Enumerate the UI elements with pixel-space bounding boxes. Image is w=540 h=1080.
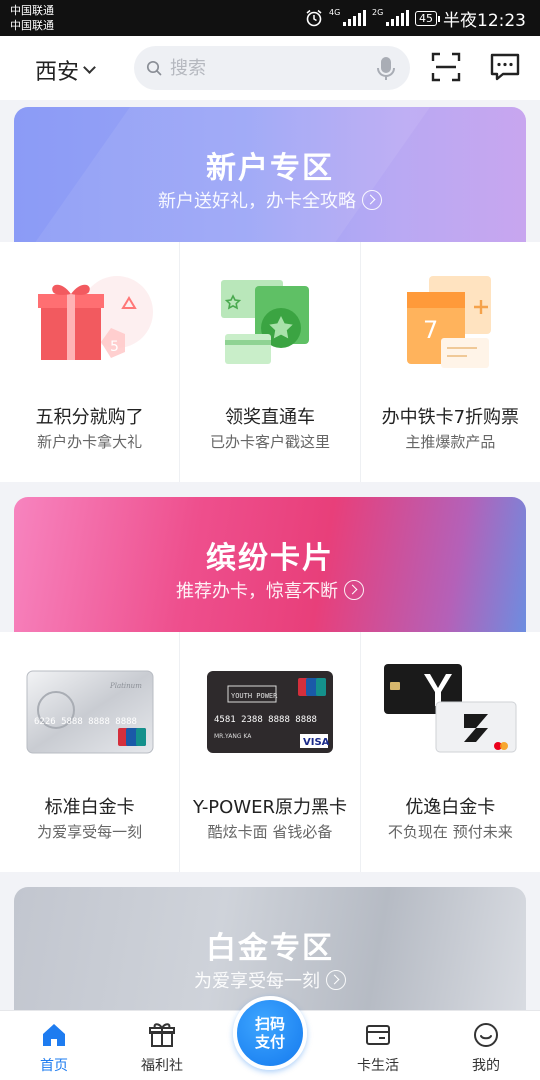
grid-item-desc: 不负现在 预付未来 — [387, 823, 513, 841]
grid-item-desc: 已办卡客户戳这里 — [209, 433, 330, 451]
card-wallet-icon — [366, 1025, 390, 1045]
grid-item-title: 办中铁卡7折购票 — [381, 407, 520, 428]
grid-item-five-points[interactable]: 5 五积分就购了 新户办卡拿大礼 — [0, 242, 181, 482]
status-bar: 中国联通 中国联通 4G 2G 45 半夜12:23 — [0, 0, 540, 36]
banner-subtitle: 推荐办卡，惊喜不断 — [176, 581, 338, 602]
banner-subtitle: 为爱享受每一刻 — [194, 971, 320, 992]
banner-title: 新户专区 — [206, 151, 334, 186]
arrow-right-circle-icon — [326, 970, 346, 990]
grid-item-title: 优逸白金卡 — [405, 797, 496, 818]
banner-title: 白金专区 — [206, 931, 334, 966]
grid-item-reward-express[interactable]: 领奖直通车 已办卡客户戳这里 — [180, 242, 361, 482]
grid-item-desc: 酷炫卡面 省钱必备 — [207, 823, 333, 841]
arrow-right-circle-icon — [344, 580, 364, 600]
search-input[interactable] — [170, 57, 360, 79]
card-badge-text: YOUTH POWER — [231, 692, 278, 700]
banner-subtitle: 新户送好礼，办卡全攻略 — [158, 191, 356, 212]
alarm-icon — [306, 9, 322, 27]
message-icon[interactable] — [490, 52, 520, 82]
battery-indicator: 45 — [415, 10, 440, 26]
signal-4g-icon: 4G — [329, 8, 366, 26]
platinum-card-image: Platinum 6226 5888 8888 8888 — [26, 670, 154, 754]
home-icon — [43, 1024, 65, 1046]
microphone-icon[interactable] — [376, 56, 396, 82]
signal-2g-icon: 2G — [372, 8, 409, 26]
grid-item-title: 五积分就购了 — [35, 407, 144, 428]
svg-text:7: 7 — [423, 316, 438, 344]
banner-title: 缤纷卡片 — [206, 541, 334, 576]
grid-item-youyi-platinum[interactable]: 优逸白金卡 不负现在 预付未来 — [361, 632, 540, 872]
discount-ticket-icon: 7 — [407, 276, 492, 368]
grid-item-railway-card[interactable]: 7 办中铁卡7折购票 主推爆款产品 — [361, 242, 540, 482]
nav-welfare[interactable]: 福利社 — [112, 1011, 212, 1080]
smile-icon — [474, 1023, 498, 1047]
gift-icon: 5 — [37, 276, 153, 360]
youyi-card-image — [384, 664, 517, 753]
top-header: 西安 — [0, 36, 540, 100]
scan-pay-button[interactable]: 扫码 支付 — [233, 996, 307, 1070]
search-icon — [146, 60, 162, 76]
nav-label: 卡生活 — [357, 1058, 399, 1074]
app-screen: 中国联通 中国联通 4G 2G 45 半夜12:23 西安 搜索 新户专区 新户… — [0, 0, 540, 1080]
grid-item-standard-platinum[interactable]: Platinum 6226 5888 8888 8888 标准白金卡 为爱享受每… — [0, 632, 181, 872]
carrier-labels: 中国联通 中国联通 — [10, 3, 54, 33]
banner-subtitle-row: 为爱享受每一刻 — [14, 967, 526, 993]
grid-item-desc: 主推爆款产品 — [405, 433, 496, 451]
city-label: 西安 — [35, 60, 80, 85]
nav-home[interactable]: 首页 — [4, 1011, 104, 1080]
search-bar[interactable] — [134, 46, 410, 90]
grid-item-desc: 为爱享受每一刻 — [37, 823, 143, 841]
chevron-down-icon — [83, 60, 96, 74]
banner-subtitle-row: 新户送好礼，办卡全攻略 — [14, 187, 526, 213]
grid-item-title: Y-POWER原力黑卡 — [192, 797, 348, 818]
scan-pay-label-1: 扫码 — [254, 1015, 285, 1033]
grid-item-desc: 新户办卡拿大礼 — [37, 433, 143, 451]
svg-text:5: 5 — [110, 339, 119, 355]
arrow-right-circle-icon — [362, 190, 382, 210]
new-user-banner[interactable]: 新户专区 新户送好礼，办卡全攻略 — [14, 107, 526, 242]
carrier-1: 中国联通 — [10, 4, 54, 17]
city-selector[interactable]: 西安 — [35, 54, 96, 86]
network-2g-label: 2G — [372, 8, 384, 17]
nav-card-life[interactable]: 卡生活 — [328, 1011, 428, 1080]
card-script-text: Platinum — [109, 682, 142, 690]
colorful-cards-banner[interactable]: 缤纷卡片 推荐办卡，惊喜不断 — [14, 497, 526, 632]
reward-cards-icon — [220, 280, 309, 364]
grid-item-y-power-black[interactable]: YOUTH POWER 4581 2388 8888 8888 MR.YANG … — [180, 632, 361, 872]
card-number-text: 6226 5888 8888 8888 — [34, 717, 137, 727]
card-products-grid: Platinum 6226 5888 8888 8888 标准白金卡 为爱享受每… — [0, 632, 540, 872]
banner-subtitle-row: 推荐办卡，惊喜不断 — [14, 577, 526, 603]
network-4g-label: 4G — [329, 8, 341, 17]
card-brand-text: VISA — [303, 737, 330, 748]
scan-icon[interactable] — [431, 52, 461, 82]
card-holder-text: MR.YANG KA — [214, 733, 252, 740]
nav-label: 我的 — [472, 1058, 500, 1074]
carrier-2: 中国联通 — [10, 19, 54, 32]
card-number-text: 4581 2388 8888 8888 — [214, 715, 317, 725]
new-user-grid: 5 五积分就购了 新户办卡拿大礼 领奖直通车 已办卡客户戳这里 7 办中铁卡7折… — [0, 242, 540, 482]
grid-item-title: 领奖直通车 — [224, 407, 315, 428]
nav-label: 福利社 — [141, 1058, 183, 1074]
nav-mine[interactable]: 我的 — [436, 1011, 536, 1080]
grid-item-title: 标准白金卡 — [44, 797, 135, 818]
status-indicators: 4G 2G 45 半夜12:23 — [305, 0, 526, 36]
scan-pay-label-2: 支付 — [254, 1033, 285, 1051]
status-time: 半夜12:23 — [443, 10, 526, 31]
gift-box-icon — [149, 1023, 175, 1047]
nav-label: 首页 — [40, 1058, 68, 1074]
black-card-image: YOUTH POWER 4581 2388 8888 8888 MR.YANG … — [206, 671, 333, 753]
